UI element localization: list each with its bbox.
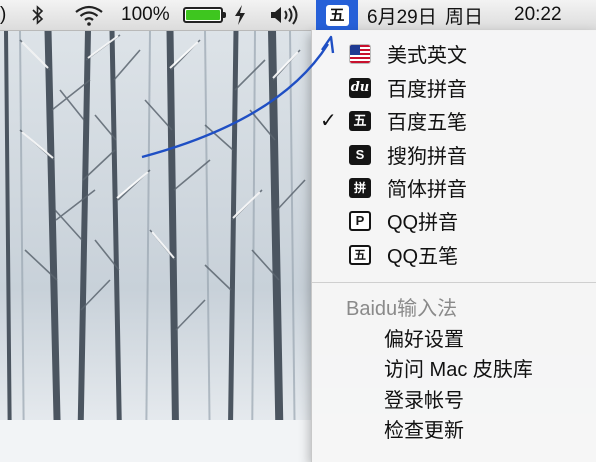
- battery-level-fill: [186, 10, 220, 20]
- menu-separator: [312, 282, 596, 283]
- speaker-icon[interactable]: [269, 0, 305, 30]
- menubar-weekday[interactable]: 周日: [445, 0, 483, 30]
- wubi-badge-icon: 五: [325, 4, 349, 26]
- menubar-date[interactable]: 6月29日: [367, 0, 437, 30]
- menu-item-label: QQ五笔: [387, 246, 459, 268]
- sogou-s-icon: S: [349, 144, 371, 165]
- menu-item-simplified-pinyin[interactable]: 拼 简体拼音: [312, 171, 596, 204]
- pinyin-pin-icon: 拼: [349, 177, 371, 198]
- menu-item-label: 百度拼音: [387, 79, 467, 101]
- menubar-overflow-glyph: ): [0, 4, 7, 25]
- menu-item-label: 简体拼音: [387, 179, 467, 201]
- menu-item-login-account[interactable]: 登录帐号: [384, 384, 464, 413]
- qq-pinyin-p-icon: P: [349, 210, 371, 231]
- baidu-du-icon: du: [349, 77, 371, 98]
- battery-nub: [223, 12, 226, 18]
- qq-wubi-icon: 五: [349, 244, 371, 265]
- menu-item-baidu-wubi[interactable]: ✓ 五 百度五笔: [312, 104, 596, 137]
- menu-item-sogou-pinyin[interactable]: S 搜狗拼音: [312, 138, 596, 171]
- menu-item-baidu-pinyin[interactable]: du 百度拼音: [312, 71, 596, 104]
- baidu-wubi-icon: 五: [349, 110, 371, 131]
- menu-item-mac-skin-library[interactable]: 访问 Mac 皮肤库: [384, 353, 533, 382]
- baidu-section-title: Baidu输入法: [346, 298, 458, 320]
- bluetooth-icon[interactable]: [30, 0, 46, 30]
- menubar-clock[interactable]: 20:22: [514, 0, 562, 30]
- menu-item-label: 百度五笔: [387, 112, 467, 134]
- menu-item-label: 搜狗拼音: [387, 146, 467, 168]
- input-method-menu-button[interactable]: 五: [316, 0, 358, 30]
- us-flag-icon: [349, 43, 371, 64]
- menu-item-qq-wubi[interactable]: 五 QQ五笔: [312, 238, 596, 271]
- menu-item-us-english[interactable]: 美式英文: [312, 37, 596, 70]
- battery-icon[interactable]: [183, 7, 223, 23]
- menu-item-label: 美式英文: [387, 45, 467, 67]
- menu-item-label: QQ拼音: [387, 212, 459, 234]
- checkmark-icon: ✓: [320, 110, 337, 132]
- menu-item-check-updates[interactable]: 检查更新: [384, 414, 464, 443]
- menu-item-qq-pinyin[interactable]: P QQ拼音: [312, 204, 596, 237]
- battery-percent[interactable]: 100%: [121, 0, 170, 30]
- menu-bar: ) 100% 五 6月29日 周日 20:22: [0, 0, 596, 31]
- input-method-dropdown: 美式英文 du 百度拼音 ✓ 五 百度五笔 S 搜狗拼音 拼 简体拼音 P QQ…: [311, 30, 596, 462]
- wifi-icon[interactable]: [73, 0, 105, 30]
- bolt-icon: [233, 0, 247, 30]
- menu-item-preferences[interactable]: 偏好设置: [384, 323, 464, 352]
